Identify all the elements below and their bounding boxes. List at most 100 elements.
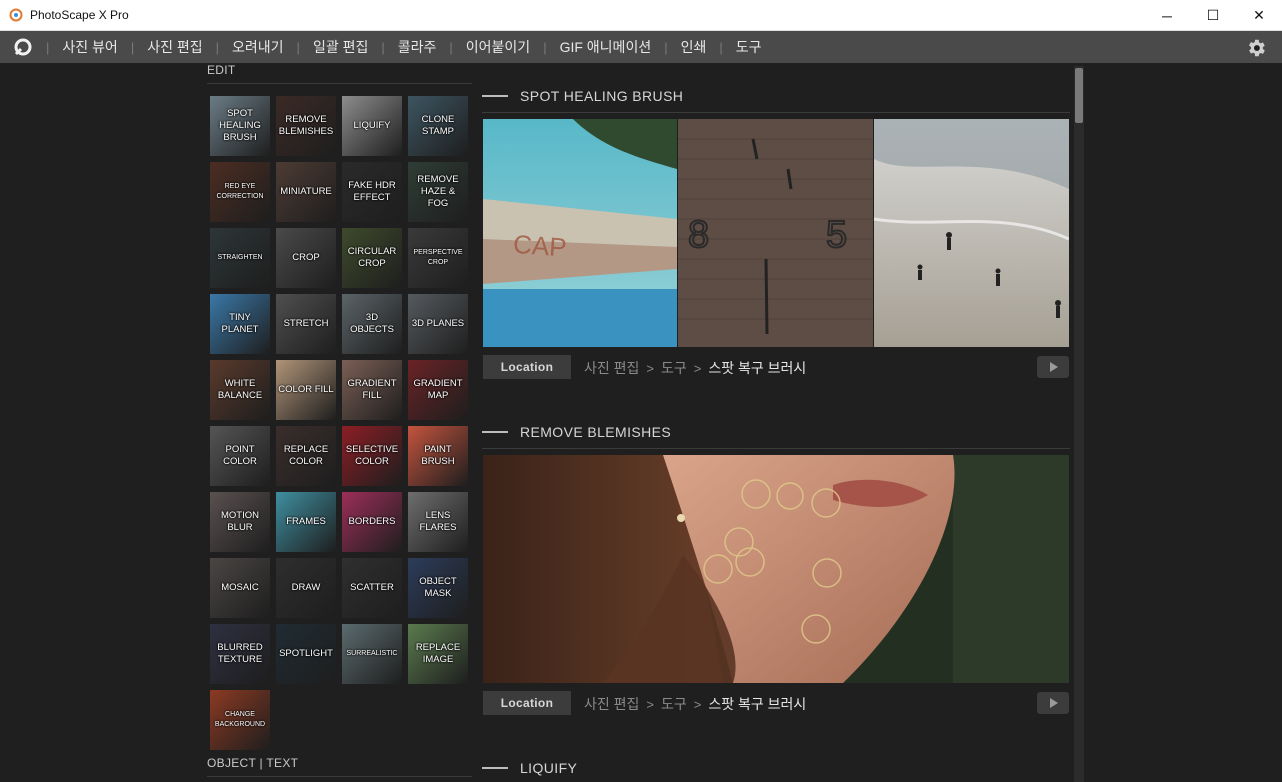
tool-tile[interactable]: REPLACE COLOR [276,426,336,486]
photoscape-logo-icon[interactable] [13,37,33,57]
tool-tile[interactable]: CROP [276,228,336,288]
tool-tile[interactable]: REMOVE BLEMISHES [276,96,336,156]
breadcrumb-item: 사진 편집 [584,696,640,712]
menu-item-label: GIF 애니메이션 [559,39,652,55]
tool-tile[interactable]: SURREALISTIC [342,624,402,684]
menu-item[interactable]: | 오려내기 [216,31,297,63]
section-edit-heading: EDIT [207,63,236,77]
breadcrumb: 사진 편집 > 도구 > 스팟 복구 브러시 [584,694,806,714]
feature-liquify: LIQUIFY [482,758,1070,778]
tool-tile[interactable]: 3D OBJECTS [342,294,402,354]
play-button[interactable] [1037,356,1069,378]
breadcrumb-current: 스팟 복구 브러시 [708,696,807,712]
location-row: Location 사진 편집 > 도구 > 스팟 복구 브러시 [483,355,1069,379]
tool-tile-label: CIRCULAR CROP [347,246,397,269]
close-button[interactable]: ✕ [1236,0,1282,31]
tool-tile[interactable]: TINY PLANET [210,294,270,354]
menu-item[interactable]: | 사진 뷰어 [46,31,131,63]
menu-items: | 사진 뷰어 | 사진 편집 | 오려내기 | 일괄 편집 | 콜라주 | 이어붙이기 | GIF 애니… [46,31,775,63]
menu-separator: | [130,39,135,55]
gear-icon[interactable] [1245,37,1267,59]
breadcrumb-current: 스팟 복구 브러시 [708,360,807,376]
tool-tile[interactable]: DRAW [276,558,336,618]
tool-tile-label: FRAMES [286,516,326,527]
menu-item-label: 콜라주 [397,39,437,55]
tool-tile[interactable]: CHANGE BACKGROUND [210,690,270,750]
menu-separator: | [719,39,723,55]
menu-item[interactable]: | 일괄 편집 [297,31,382,63]
scrollbar-thumb[interactable] [1075,68,1083,123]
heading-dash [482,95,508,97]
heading-dash [482,431,508,433]
maximize-button[interactable]: ☐ [1190,0,1236,31]
object-section: OBJECT | TEXT [207,756,472,777]
minimize-button[interactable]: ─ [1144,0,1190,31]
menu-separator: | [46,39,50,55]
menu-item[interactable]: | GIF 애니메이션 [543,31,664,63]
tool-tile[interactable]: REMOVE HAZE & FOG [408,162,468,222]
heading-dash [482,767,508,769]
tool-tile[interactable]: SPOTLIGHT [276,624,336,684]
image-number-5: 5 [826,214,847,256]
tool-tile[interactable]: MINIATURE [276,162,336,222]
tool-tile-label: CLONE STAMP [421,114,455,137]
location-button[interactable]: Location [483,691,571,715]
menu-item[interactable]: | 인쇄 [664,31,719,63]
tool-tile[interactable]: WHITE BALANCE [210,360,270,420]
breadcrumb-item: 사진 편집 [584,360,640,376]
tool-tile[interactable]: CLONE STAMP [408,96,468,156]
divider [482,448,1070,449]
tool-tile[interactable]: PAINT BRUSH [408,426,468,486]
tool-tile[interactable]: LIQUIFY [342,96,402,156]
tool-tile[interactable]: CIRCULAR CROP [342,228,402,288]
tool-tile[interactable]: PERSPECTIVE CROP [408,228,468,288]
tool-tile-label: BORDERS [348,516,396,527]
tool-tile[interactable]: SCATTER [342,558,402,618]
tool-tile-label: SELECTIVE COLOR [345,444,399,467]
tool-tile[interactable]: STRETCH [276,294,336,354]
tool-tile-label: OBJECT MASK [419,576,457,599]
location-button[interactable]: Location [483,355,571,379]
tool-tile-label: 3D PLANES [411,318,465,329]
tool-tile[interactable]: BORDERS [342,492,402,552]
tool-tile-label: TINY PLANET [221,312,259,335]
tool-tile[interactable]: FRAMES [276,492,336,552]
tool-tile[interactable]: MOSAIC [210,558,270,618]
tool-tile[interactable]: MOTION BLUR [210,492,270,552]
tool-tile[interactable]: POINT COLOR [210,426,270,486]
tool-tile[interactable]: SPOT HEALING BRUSH [210,96,270,156]
tool-tile[interactable]: OBJECT MASK [408,558,468,618]
menu-item-label: 사진 편집 [147,39,203,55]
minimize-icon: ─ [1162,7,1172,24]
tool-tile-label: CROP [292,252,320,263]
tool-tile[interactable]: GRADIENT FILL [342,360,402,420]
tool-tile[interactable]: SELECTIVE COLOR [342,426,402,486]
menu-item[interactable]: | 이어붙이기 [449,31,543,63]
preview-portrait [483,455,1069,683]
tool-tile-label: WHITE BALANCE [217,378,263,401]
tool-tile[interactable]: FAKE HDR EFFECT [342,162,402,222]
tool-tile-label: DRAW [291,582,321,593]
tool-tile-label: RED EYE CORRECTION [216,183,264,200]
tool-tile[interactable]: GRADIENT MAP [408,360,468,420]
menu-item[interactable]: | 콜라주 [381,31,449,63]
tool-tile[interactable]: RED EYE CORRECTION [210,162,270,222]
section-object-heading: OBJECT | TEXT [207,756,299,770]
chevron-right-icon: > [693,360,702,376]
feature-title: REMOVE BLEMISHES [520,424,672,440]
breadcrumb-item: 도구 [661,696,687,712]
feature-preview-image [483,455,1069,683]
play-icon [1050,362,1058,372]
vertical-scrollbar[interactable] [1074,66,1084,782]
tool-tile-label: SURREALISTIC [346,650,398,657]
play-button[interactable] [1037,692,1069,714]
tool-tile[interactable]: BLURRED TEXTURE [210,624,270,684]
tool-tile[interactable]: COLOR FILL [276,360,336,420]
tool-tile-label: 3D OBJECTS [350,312,394,335]
tool-tile[interactable]: 3D PLANES [408,294,468,354]
tool-tile[interactable]: LENS FLARES [408,492,468,552]
tool-tile[interactable]: STRAIGHTEN [210,228,270,288]
menu-item[interactable]: | 도구 [719,31,774,63]
tool-tile[interactable]: REPLACE IMAGE [408,624,468,684]
menu-item[interactable]: | 사진 편집 [131,31,216,63]
